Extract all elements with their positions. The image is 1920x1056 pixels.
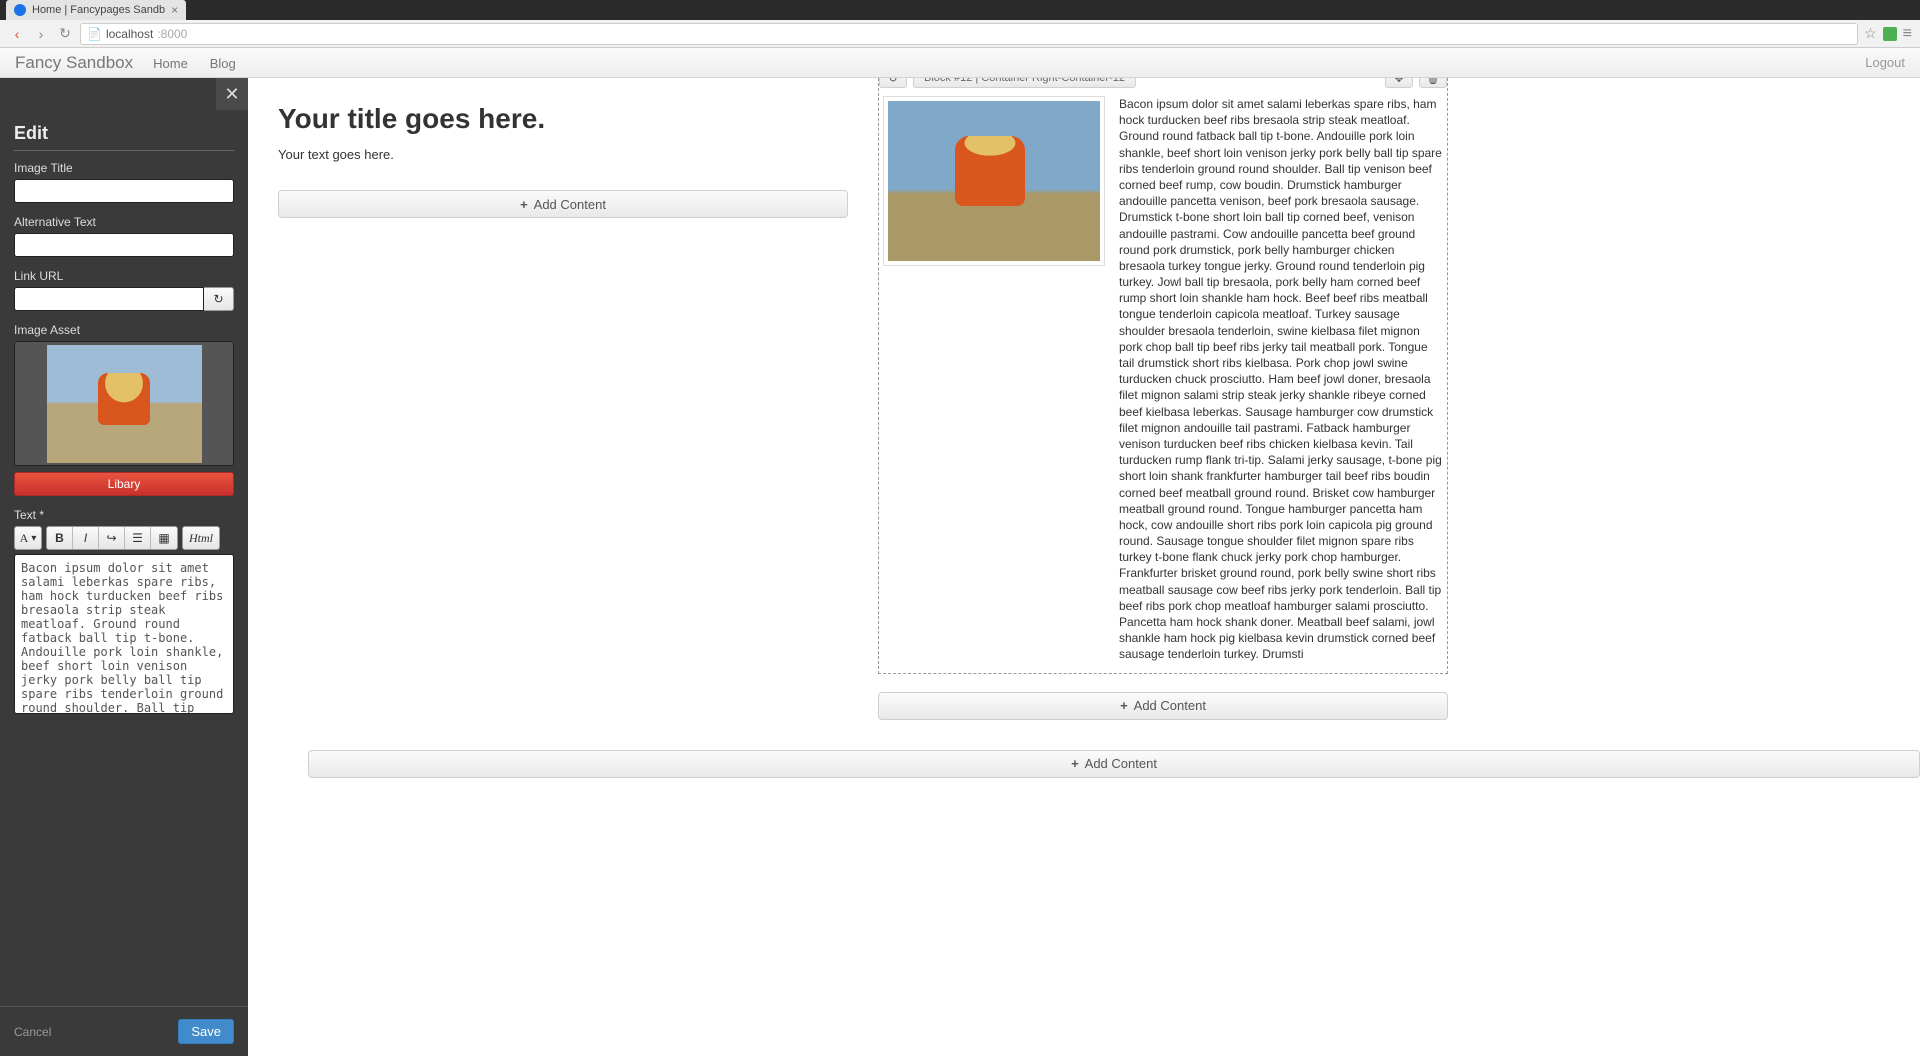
font-size-button[interactable]: A ▾ bbox=[15, 527, 41, 549]
refresh-icon: ↻ bbox=[213, 292, 223, 306]
sidebar-heading: Edit bbox=[14, 123, 234, 151]
move-icon: ✥ bbox=[1394, 78, 1403, 85]
block-image bbox=[883, 96, 1105, 266]
sidebar-body: Edit Image Title Alternative Text Link U… bbox=[0, 78, 248, 1006]
add-content-right-button[interactable]: + Add Content bbox=[878, 692, 1448, 720]
sidebar-footer: Cancel Save bbox=[0, 1006, 248, 1056]
right-column: ↻ Block #12 | Container Right-Container-… bbox=[878, 78, 1448, 720]
link-url-label: Link URL bbox=[14, 269, 234, 283]
refresh-icon: ↻ bbox=[888, 78, 897, 85]
block-label: Block #12 | Container Right-Container-12 bbox=[913, 78, 1136, 88]
list-button[interactable]: ☰ bbox=[125, 527, 151, 549]
trash-icon: 🗑 bbox=[1426, 78, 1440, 85]
block-image-thumbnail bbox=[888, 101, 1100, 261]
add-content-left-button[interactable]: + Add Content bbox=[278, 190, 848, 218]
add-content-label: Add Content bbox=[1134, 698, 1206, 713]
alt-text-label: Alternative Text bbox=[14, 215, 234, 229]
alt-text-input[interactable] bbox=[14, 233, 234, 257]
plus-icon: + bbox=[1071, 756, 1079, 771]
block-edit-button[interactable]: ↻ bbox=[879, 78, 907, 88]
left-column: Your title goes here. Your text goes her… bbox=[278, 78, 848, 218]
tab-title: Home | Fancypages Sandb bbox=[32, 4, 165, 16]
favicon-icon bbox=[14, 4, 26, 16]
image-thumbnail bbox=[47, 345, 202, 463]
redo-button[interactable]: ↪ bbox=[99, 527, 125, 549]
block-move-button[interactable]: ✥ bbox=[1385, 78, 1413, 88]
address-bar: ‹ › ↻ 📄 localhost :8000 ☆ ≡ bbox=[0, 20, 1920, 48]
block-header: ↻ Block #12 | Container Right-Container-… bbox=[879, 78, 1447, 94]
page-title: Your title goes here. bbox=[278, 103, 848, 135]
html-button[interactable]: Html bbox=[183, 527, 219, 549]
plus-icon: + bbox=[1120, 698, 1128, 713]
text-editor[interactable] bbox=[14, 554, 234, 714]
block-text: Bacon ipsum dolor sit amet salami leberk… bbox=[1119, 96, 1443, 663]
table-button[interactable]: ▦ bbox=[151, 527, 177, 549]
block-container: ↻ Block #12 | Container Right-Container-… bbox=[878, 78, 1448, 674]
save-button[interactable]: Save bbox=[178, 1019, 234, 1044]
page-icon: 📄 bbox=[87, 27, 102, 41]
page-text: Your text goes here. bbox=[278, 147, 848, 162]
bold-button[interactable]: B bbox=[47, 527, 73, 549]
url-port: :8000 bbox=[157, 27, 187, 41]
image-asset-label: Image Asset bbox=[14, 323, 234, 337]
logout-link[interactable]: Logout bbox=[1865, 55, 1905, 70]
tab-close-icon[interactable]: × bbox=[171, 3, 178, 17]
sidebar-close-button[interactable]: ✕ bbox=[216, 78, 248, 110]
image-title-input[interactable] bbox=[14, 179, 234, 203]
extension-icon[interactable] bbox=[1883, 27, 1897, 41]
nav-link-home[interactable]: Home bbox=[153, 56, 188, 71]
table-icon: ▦ bbox=[158, 531, 169, 545]
back-button[interactable]: ‹ bbox=[8, 25, 26, 43]
image-asset-preview bbox=[14, 341, 234, 466]
link-url-input[interactable] bbox=[14, 287, 204, 311]
address-bar-right: ☆ ≡ bbox=[1864, 25, 1912, 43]
list-icon: ☰ bbox=[132, 531, 143, 545]
reload-button[interactable]: ↻ bbox=[56, 25, 74, 43]
image-title-label: Image Title bbox=[14, 161, 234, 175]
add-content-label: Add Content bbox=[1085, 756, 1157, 771]
text-field-label: Text * bbox=[14, 508, 234, 522]
block-body: Bacon ipsum dolor sit amet salami leberk… bbox=[879, 94, 1447, 673]
bookmark-star-icon[interactable]: ☆ bbox=[1864, 25, 1877, 42]
url-host: localhost bbox=[106, 27, 153, 41]
browser-tab[interactable]: Home | Fancypages Sandb × bbox=[6, 0, 186, 20]
block-delete-button[interactable]: 🗑 bbox=[1419, 78, 1447, 88]
tab-bar: Home | Fancypages Sandb × bbox=[0, 0, 1920, 20]
browser-chrome: Home | Fancypages Sandb × ‹ › ↻ 📄 localh… bbox=[0, 0, 1920, 48]
browser-menu-icon[interactable]: ≡ bbox=[1903, 25, 1912, 43]
forward-button[interactable]: › bbox=[32, 25, 50, 43]
link-url-refresh-button[interactable]: ↻ bbox=[204, 287, 234, 311]
cancel-button[interactable]: Cancel bbox=[14, 1025, 51, 1039]
editor-toolbar: A ▾ B I ↪ ☰ ▦ Html bbox=[14, 526, 234, 550]
url-input[interactable]: 📄 localhost :8000 bbox=[80, 23, 1858, 45]
add-content-label: Add Content bbox=[534, 197, 606, 212]
edit-sidebar: ✕ Edit Image Title Alternative Text Link… bbox=[0, 78, 248, 1056]
nav-link-blog[interactable]: Blog bbox=[210, 56, 236, 71]
plus-icon: + bbox=[520, 197, 528, 212]
main-canvas: Your title goes here. Your text goes her… bbox=[248, 78, 1920, 1056]
workspace: ✕ Edit Image Title Alternative Text Link… bbox=[0, 78, 1920, 1056]
add-content-bottom-button[interactable]: + Add Content bbox=[308, 750, 1920, 778]
app-navbar: Fancy Sandbox Home Blog Logout bbox=[0, 48, 1920, 78]
italic-button[interactable]: I bbox=[73, 527, 99, 549]
app-nav: Home Blog bbox=[153, 55, 254, 71]
library-button[interactable]: Libary bbox=[14, 472, 234, 496]
app-brand: Fancy Sandbox bbox=[15, 53, 133, 73]
